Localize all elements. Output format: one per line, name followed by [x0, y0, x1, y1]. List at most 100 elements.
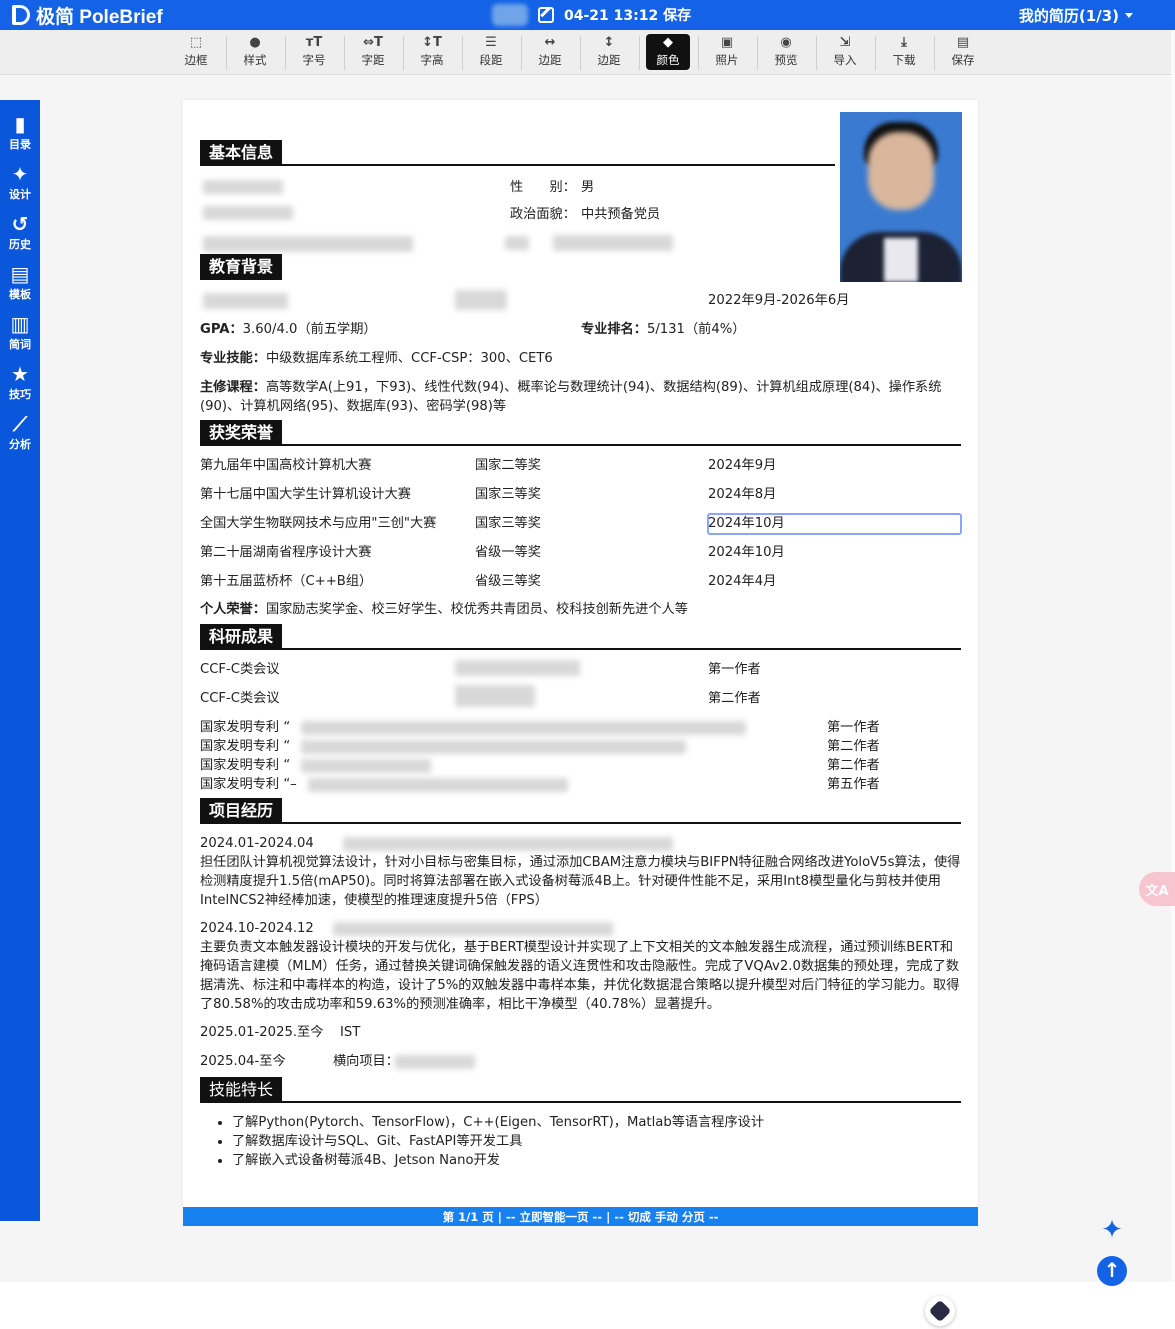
- project-period[interactable]: 2024.01-2024.04: [200, 834, 314, 853]
- courses-value[interactable]: 高等数学A(上91，下93)、线性代数(94)、概率论与数理统计(94)、数据结…: [200, 380, 941, 414]
- profile-photo[interactable]: [840, 112, 962, 282]
- award-name[interactable]: 全国大学生物联网技术与应用"三创"大赛: [200, 514, 436, 533]
- skill-item[interactable]: 了解嵌入式设备树莓派4B、Jetson Nano开发: [232, 1151, 764, 1170]
- toolbar-label: 样式: [243, 53, 267, 67]
- sidebar-item-template[interactable]: ▤ 模板: [0, 262, 40, 308]
- toolbar-letter-spacing[interactable]: ⇔T 字距: [349, 34, 397, 70]
- scroll-to-top-button[interactable]: ↑: [1097, 1256, 1127, 1286]
- award-level[interactable]: 国家三等奖: [475, 485, 541, 504]
- project-period[interactable]: 2025.04-至今: [200, 1052, 286, 1071]
- skill-item[interactable]: 了解Python(Pytorch、TensorFlow)，C++(Eigen、T…: [232, 1113, 764, 1132]
- award-date[interactable]: 2024年10月: [708, 543, 785, 562]
- toolbar-preview[interactable]: ◉ 预览: [762, 34, 810, 70]
- award-date-editing[interactable]: 2024年10月: [708, 514, 785, 533]
- section-title[interactable]: 获奖荣誉: [200, 420, 283, 446]
- toolbar-import[interactable]: ⇲ 导入: [821, 34, 869, 70]
- toolbar-style[interactable]: ● 样式: [231, 34, 279, 70]
- political-value[interactable]: 中共预备党员: [581, 205, 660, 224]
- toolbar-border[interactable]: ⬚ 边框: [172, 34, 220, 70]
- scrollbar-track[interactable]: [1171, 30, 1175, 1290]
- skill-item[interactable]: 了解数据库设计与SQL、Git、FastAPI等开发工具: [232, 1132, 764, 1151]
- redacted-field: [505, 236, 529, 250]
- paper-venue[interactable]: CCF-C类会议: [200, 660, 280, 679]
- gender-value[interactable]: 男: [581, 178, 594, 197]
- sidebar-item-design[interactable]: ✦ 设计: [0, 162, 40, 208]
- patent-type[interactable]: 国家发明专利: [200, 720, 279, 735]
- resume-page[interactable]: 基本信息 性 别： 男 政治面貌： 中共预备党员 教育背景 2022年9月-20…: [183, 100, 978, 1208]
- project-title[interactable]: 横向项目：: [333, 1052, 399, 1071]
- section-title[interactable]: 基本信息: [200, 140, 283, 166]
- award-name[interactable]: 第二十届湖南省程序设计大赛: [200, 543, 371, 562]
- project-description[interactable]: 主要负责文本触发器设计模块的开发与优化，基于BERT模型设计并实现了上下文相关的…: [200, 938, 962, 1014]
- courses-label: 主修课程：: [200, 380, 266, 395]
- project-title[interactable]: IST: [340, 1023, 360, 1042]
- toolbar-vertical-margin[interactable]: ↕ 边距: [585, 34, 633, 70]
- gpa-value[interactable]: 3.60/4.0（前五学期）: [243, 322, 377, 337]
- award-level[interactable]: 国家三等奖: [475, 514, 541, 533]
- patent-type[interactable]: 国家发明专利: [200, 758, 279, 773]
- section-title[interactable]: 项目经历: [200, 798, 283, 824]
- award-level[interactable]: 省级三等奖: [475, 572, 541, 591]
- my-resume-label: 我的简历(1/3): [1018, 6, 1119, 25]
- award-date[interactable]: 2024年4月: [708, 572, 776, 591]
- sidebar-item-wording[interactable]: ▥ 简词: [0, 312, 40, 358]
- edit-icon[interactable]: [538, 7, 554, 23]
- award-date[interactable]: 2024年9月: [708, 456, 776, 475]
- honors-value[interactable]: 国家励志奖学金、校三好学生、校优秀共青团员、校科技创新先进个人等: [266, 602, 688, 617]
- award-name[interactable]: 第九届年中国高校计算机大赛: [200, 456, 371, 475]
- smart-one-page-link[interactable]: | -- 立即智能一页 -- |: [498, 1209, 611, 1225]
- divider: [875, 36, 876, 70]
- toolbar-horizontal-margin[interactable]: ↔ 边距: [526, 34, 574, 70]
- paper-role[interactable]: 第二作者: [708, 689, 761, 708]
- redacted-field: [553, 235, 673, 251]
- sidebar-item-label: 分析: [9, 438, 31, 451]
- translate-button[interactable]: 文A: [1139, 872, 1175, 906]
- patent-role[interactable]: 第二作者: [827, 737, 880, 756]
- award-name[interactable]: 第十五届蓝桥杯（C++B组）: [200, 572, 372, 591]
- toolbar-color[interactable]: ◆ 颜色: [646, 34, 690, 70]
- project-description[interactable]: 担任团队计算机视觉算法设计，针对小目标与密集目标，通过添加CBAM注意力模块与B…: [200, 853, 962, 910]
- project-period[interactable]: 2025.01-2025.至今: [200, 1023, 323, 1042]
- patent-role[interactable]: 第五作者: [827, 775, 880, 794]
- paper-role[interactable]: 第一作者: [708, 660, 761, 679]
- sidebar-item-analysis[interactable]: ⟋ 分析: [0, 412, 40, 458]
- pro-skills-value[interactable]: 中级数据库系统工程师、CCF-CSP：300、CET6: [266, 351, 553, 366]
- award-level[interactable]: 国家二等奖: [475, 456, 541, 475]
- patent-role[interactable]: 第一作者: [827, 718, 880, 737]
- education-period[interactable]: 2022年9月-2026年6月: [708, 291, 849, 310]
- sidebar-item-tips[interactable]: ★ 技巧: [0, 362, 40, 408]
- award-name[interactable]: 第十七届中国大学生计算机设计大赛: [200, 485, 411, 504]
- section-title[interactable]: 技能特长: [200, 1077, 283, 1103]
- section-title[interactable]: 科研成果: [200, 624, 283, 650]
- patent-type[interactable]: 国家发明专利: [200, 777, 279, 792]
- toolbar-font-size[interactable]: тT 字号: [290, 34, 338, 70]
- toolbar-line-height[interactable]: ↕T 字高: [408, 34, 456, 70]
- patent-type[interactable]: 国家发明专利: [200, 739, 279, 754]
- award-date[interactable]: 2024年8月: [708, 485, 776, 504]
- ai-magic-button[interactable]: ✦: [1096, 1214, 1128, 1246]
- paper-venue[interactable]: CCF-C类会议: [200, 689, 280, 708]
- template-file-icon: ▤: [10, 262, 30, 286]
- assistant-button[interactable]: [925, 1296, 955, 1326]
- project-period[interactable]: 2024.10-2024.12: [200, 919, 314, 938]
- my-resume-dropdown[interactable]: 我的简历(1/3): [1019, 0, 1133, 30]
- toolbar-paragraph-spacing[interactable]: ☰ 段距: [467, 34, 515, 70]
- toolbar-label: 边距: [597, 53, 621, 67]
- letter-spacing-icon: ⇔T: [363, 35, 383, 50]
- photo-face: [868, 132, 934, 210]
- sidebar-item-history[interactable]: ↺ 历史: [0, 212, 40, 258]
- app-name: 极简 PoleBrief: [36, 6, 163, 28]
- award-level[interactable]: 省级一等奖: [475, 543, 541, 562]
- redacted-patent-title: [301, 759, 431, 773]
- toolbar-label: 字距: [361, 53, 385, 67]
- patent-role[interactable]: 第二作者: [827, 756, 880, 775]
- resume-name-blurred[interactable]: [492, 4, 528, 26]
- brand[interactable]: 极简 PoleBrief: [12, 2, 163, 29]
- rank-value[interactable]: 5/131（前4%）: [647, 322, 746, 337]
- toolbar-photo[interactable]: ▣ 照片: [703, 34, 751, 70]
- toolbar-save[interactable]: ▤ 保存: [939, 34, 987, 70]
- manual-pagination-link[interactable]: -- 切成 手动 分页 --: [614, 1209, 718, 1225]
- toolbar-download[interactable]: ⤓ 下载: [880, 34, 928, 70]
- sidebar-item-catalog[interactable]: ▮ 目录: [0, 112, 40, 158]
- section-title[interactable]: 教育背景: [200, 254, 283, 280]
